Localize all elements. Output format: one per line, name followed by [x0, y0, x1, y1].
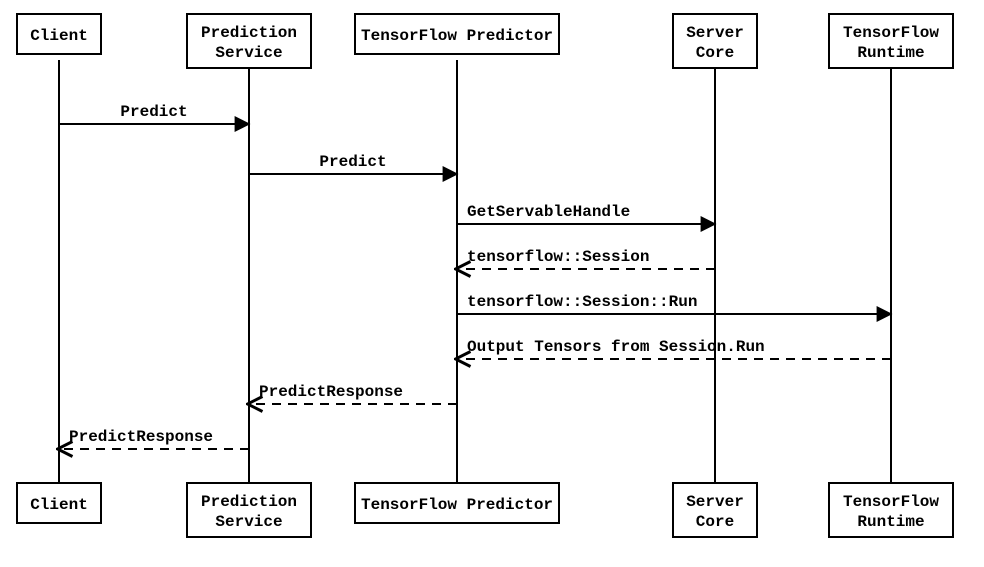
- actor-core-label-l1: Server: [686, 24, 744, 42]
- msg-predict-1-label: Predict: [120, 103, 187, 121]
- actor-tfrt-label-l2: Runtime: [857, 44, 924, 62]
- actor-core-label-l2: Core: [696, 44, 734, 62]
- msg-getservable-label: GetServableHandle: [467, 203, 630, 221]
- actor-tfrt-bottom-l2: Runtime: [857, 513, 924, 531]
- actor-core-bottom-l1: Server: [686, 493, 744, 511]
- actor-predsvc-label-l2: Service: [215, 44, 282, 62]
- msg-predictresponse-2-label: PredictResponse: [69, 428, 213, 446]
- actor-tfpred-bottom-label: TensorFlow Predictor: [361, 496, 553, 514]
- actor-client-bottom-label: Client: [30, 496, 88, 514]
- msg-session-label: tensorflow::Session: [467, 248, 649, 266]
- actor-core-bottom-l2: Core: [696, 513, 734, 531]
- msg-predict-2-label: Predict: [319, 153, 386, 171]
- actor-tfrt-label-l1: TensorFlow: [843, 24, 939, 42]
- actor-predsvc-bottom-l2: Service: [215, 513, 282, 531]
- msg-session-run-label: tensorflow::Session::Run: [467, 293, 697, 311]
- actor-client-label: Client: [30, 27, 88, 45]
- sequence-diagram: Client Prediction Service TensorFlow Pre…: [0, 0, 984, 567]
- msg-predictresponse-1-label: PredictResponse: [259, 383, 403, 401]
- actor-predsvc-label-l1: Prediction: [201, 24, 297, 42]
- actor-tfpred-label: TensorFlow Predictor: [361, 27, 553, 45]
- actor-predsvc-bottom-l1: Prediction: [201, 493, 297, 511]
- actor-tfrt-bottom-l1: TensorFlow: [843, 493, 939, 511]
- msg-output-tensors-label: Output Tensors from Session.Run: [467, 338, 765, 356]
